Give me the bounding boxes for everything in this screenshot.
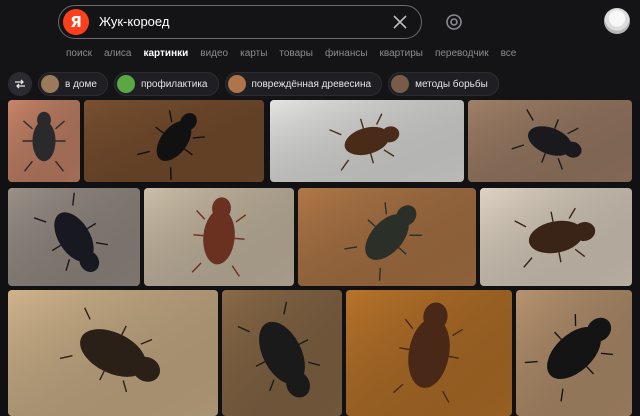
filter-chip[interactable]: профилактика: [113, 72, 219, 96]
header: Я Жук-короед поиск алиса картинки видео карт…: [0, 0, 640, 100]
tab-4[interactable]: карты: [240, 48, 267, 64]
beetle-photo: [468, 100, 632, 182]
beetle-photo: [298, 188, 476, 286]
image-result[interactable]: [8, 100, 80, 182]
beetle-photo: [270, 100, 464, 182]
chip-label: методы борьбы: [415, 78, 488, 90]
beetle-photo: [8, 290, 218, 416]
chip-label: профилактика: [140, 78, 208, 90]
camera-search-icon[interactable]: [444, 12, 464, 32]
tab-0[interactable]: поиск: [66, 48, 92, 64]
filter-chip[interactable]: в доме: [38, 72, 108, 96]
image-result[interactable]: [144, 188, 294, 286]
tab-8[interactable]: переводчик: [435, 48, 489, 64]
chip-label: в доме: [65, 78, 97, 90]
chip-thumbnail: [41, 75, 59, 93]
tab-3[interactable]: видео: [200, 48, 228, 64]
chip-label: повреждённая древесина: [251, 78, 372, 90]
beetle-photo: [222, 290, 342, 416]
image-result[interactable]: [516, 290, 632, 416]
beetle-photo: [8, 188, 140, 286]
search-input[interactable]: Жук-короед: [99, 6, 169, 38]
close-icon[interactable]: [391, 13, 409, 31]
image-result[interactable]: [8, 188, 140, 286]
image-results-grid: [0, 100, 640, 416]
tab-5[interactable]: товары: [279, 48, 313, 64]
beetle-photo: [8, 100, 80, 182]
filter-chip[interactable]: повреждённая древесина: [224, 72, 383, 96]
filter-bar: в доме профилактика повреждённая древесина…: [8, 72, 499, 96]
service-tabs: поиск алиса картинки видео карты товары финанс…: [66, 48, 516, 64]
image-result[interactable]: [480, 188, 632, 286]
search-bar[interactable]: Я Жук-короед: [58, 5, 422, 39]
tab-6[interactable]: финансы: [325, 48, 368, 64]
image-result[interactable]: [8, 290, 218, 416]
filter-settings-button[interactable]: [8, 72, 32, 96]
tab-7[interactable]: квартиры: [380, 48, 423, 64]
image-result[interactable]: [468, 100, 632, 182]
image-result[interactable]: [346, 290, 512, 416]
image-result[interactable]: [222, 290, 342, 416]
filter-chip[interactable]: методы борьбы: [388, 72, 499, 96]
chip-thumbnail: [116, 75, 135, 93]
yandex-logo[interactable]: Я: [63, 9, 89, 35]
image-result[interactable]: [298, 188, 476, 286]
beetle-photo: [346, 290, 512, 416]
sliders-icon: [15, 79, 25, 89]
tab-9[interactable]: все: [501, 48, 517, 64]
beetle-photo: [84, 100, 264, 182]
image-result[interactable]: [270, 100, 464, 182]
beetle-photo: [144, 188, 294, 286]
chip-thumbnail: [227, 75, 246, 93]
beetle-photo: [516, 290, 632, 416]
tab-2[interactable]: картинки: [143, 48, 188, 64]
chip-thumbnail: [391, 75, 410, 93]
tab-1[interactable]: алиса: [104, 48, 132, 64]
avatar[interactable]: [604, 8, 630, 34]
beetle-photo: [480, 188, 632, 286]
image-result[interactable]: [84, 100, 264, 182]
